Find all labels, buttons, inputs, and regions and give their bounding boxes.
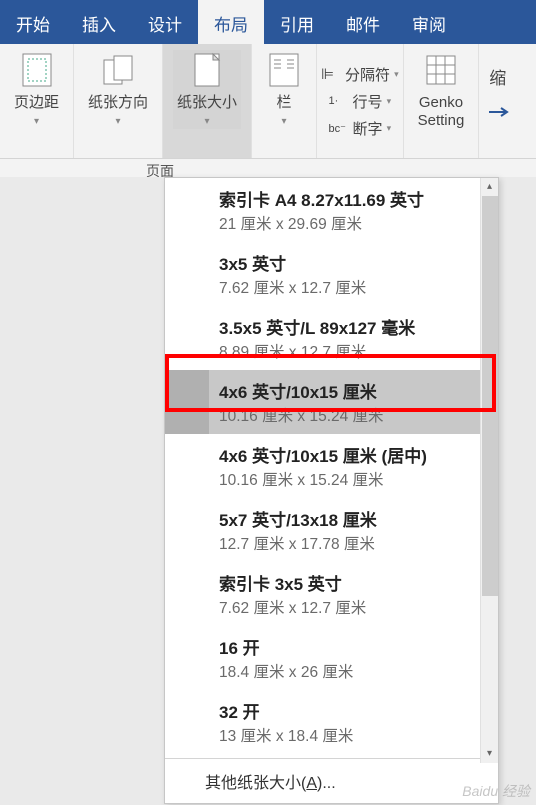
tab-home[interactable]: 开始 — [0, 0, 66, 44]
paper-size-title: 16 开 — [219, 634, 486, 659]
paper-size-title: 4x6 英寸/10x15 厘米 — [219, 378, 486, 403]
paper-size-dimensions: 18.4 厘米 x 26 厘米 — [219, 660, 486, 682]
chevron-down-icon: ▾ — [205, 116, 210, 127]
chevron-down-icon: ▾ — [387, 96, 392, 107]
paper-size-dimensions: 10.16 厘米 x 15.24 厘米 — [219, 404, 486, 426]
tab-insert[interactable]: 插入 — [66, 0, 132, 44]
columns-button[interactable]: 栏 ▾ — [262, 50, 306, 129]
paper-size-option[interactable]: 4x6 英寸/10x15 厘米 (居中)10.16 厘米 x 15.24 厘米 — [165, 434, 498, 498]
margins-button[interactable]: 页边距 ▾ — [10, 50, 63, 129]
paper-size-option[interactable]: 3.5x5 英寸/L 89x127 毫米8.89 厘米 x 12.7 厘米 — [165, 306, 498, 370]
chevron-down-icon: ▾ — [394, 69, 399, 80]
paper-size-icon — [189, 52, 225, 88]
paper-size-option[interactable]: 4x6 英寸/10x15 厘米10.16 厘米 x 15.24 厘米 — [165, 370, 498, 434]
margins-icon — [19, 52, 55, 88]
line-numbers-icon: 1· — [329, 95, 349, 107]
paper-size-dimensions: 12.7 厘米 x 17.78 厘米 — [219, 532, 486, 554]
genko-icon — [423, 52, 459, 88]
tab-review[interactable]: 审阅 — [396, 0, 462, 44]
breaks-button[interactable]: ⊫ 分隔符 ▾ — [321, 64, 399, 85]
paper-size-title: 3x5 英寸 — [219, 250, 486, 275]
scroll-up-button[interactable]: ▴ — [481, 178, 498, 196]
hyphenation-icon: bc⁻ — [329, 122, 349, 135]
paper-size-button[interactable]: 纸张大小 ▾ — [173, 50, 241, 129]
ribbon-tabs: 开始 插入 设计 布局 引用 邮件 审阅 — [0, 0, 536, 44]
columns-icon — [266, 52, 302, 88]
ribbon: 页边距 ▾ 纸张方向 ▾ 纸张大小 ▾ 栏 ▾ — [0, 44, 536, 159]
chevron-down-icon: ▾ — [387, 123, 392, 134]
document-canvas: 索引卡 A4 8.27x11.69 英寸21 厘米 x 29.69 厘米3x5 … — [0, 177, 536, 805]
chevron-down-icon: ▾ — [116, 116, 121, 127]
genko-button[interactable]: GenkoSetting — [414, 50, 469, 132]
paper-size-option[interactable]: 大 32 开14 厘米 x 20.3 厘米 — [165, 754, 498, 758]
paper-size-option[interactable]: 索引卡 3x5 英寸7.62 厘米 x 12.7 厘米 — [165, 562, 498, 626]
chevron-down-icon: ▾ — [34, 116, 39, 127]
orientation-button[interactable]: 纸张方向 ▾ — [84, 50, 152, 129]
paper-size-dimensions: 7.62 厘米 x 12.7 厘米 — [219, 596, 486, 618]
paper-size-dimensions: 7.62 厘米 x 12.7 厘米 — [219, 276, 486, 298]
paper-size-title: 4x6 英寸/10x15 厘米 (居中) — [219, 442, 486, 467]
tab-design[interactable]: 设计 — [132, 0, 198, 44]
paper-size-dimensions: 13 厘米 x 18.4 厘米 — [219, 724, 486, 746]
paper-size-option[interactable]: 16 开18.4 厘米 x 26 厘米 — [165, 626, 498, 690]
paper-size-dimensions: 21 厘米 x 29.69 厘米 — [219, 212, 486, 234]
paper-size-option[interactable]: 3x5 英寸7.62 厘米 x 12.7 厘米 — [165, 242, 498, 306]
paper-size-dimensions: 10.16 厘米 x 15.24 厘米 — [219, 468, 486, 490]
breaks-icon: ⊫ — [321, 65, 341, 83]
paper-size-dropdown: 索引卡 A4 8.27x11.69 英寸21 厘米 x 29.69 厘米3x5 … — [164, 177, 499, 804]
paper-size-dimensions: 8.89 厘米 x 12.7 厘米 — [219, 340, 486, 362]
chevron-down-icon: ▾ — [282, 116, 287, 127]
arrow-right-icon — [489, 105, 509, 119]
paper-size-title: 32 开 — [219, 698, 486, 723]
paper-size-option[interactable]: 索引卡 A4 8.27x11.69 英寸21 厘米 x 29.69 厘米 — [165, 178, 498, 242]
hyphenation-button[interactable]: bc⁻ 断字 ▾ — [329, 118, 392, 139]
paper-size-option[interactable]: 5x7 英寸/13x18 厘米12.7 厘米 x 17.78 厘米 — [165, 498, 498, 562]
scrollbar[interactable]: ▴ ▾ — [480, 178, 498, 763]
paper-size-title: 5x7 英寸/13x18 厘米 — [219, 506, 486, 531]
tab-references[interactable]: 引用 — [264, 0, 330, 44]
paper-size-title: 索引卡 A4 8.27x11.69 英寸 — [219, 186, 486, 211]
scroll-down-button[interactable]: ▾ — [481, 745, 498, 763]
line-numbers-button[interactable]: 1· 行号 ▾ — [329, 91, 392, 112]
paper-size-title: 索引卡 3x5 英寸 — [219, 570, 486, 595]
paper-size-option[interactable]: 32 开13 厘米 x 18.4 厘米 — [165, 690, 498, 754]
orientation-icon — [100, 52, 136, 88]
tab-layout[interactable]: 布局 — [198, 0, 264, 44]
more-paper-sizes[interactable]: 其他纸张大小(A)... — [165, 758, 498, 803]
group-label: 页面 — [0, 159, 536, 177]
paper-size-title: 3.5x5 英寸/L 89x127 毫米 — [219, 314, 486, 339]
shrink-area: 缩 — [483, 50, 509, 124]
tab-mailings[interactable]: 邮件 — [330, 0, 396, 44]
scroll-thumb[interactable] — [482, 196, 498, 596]
